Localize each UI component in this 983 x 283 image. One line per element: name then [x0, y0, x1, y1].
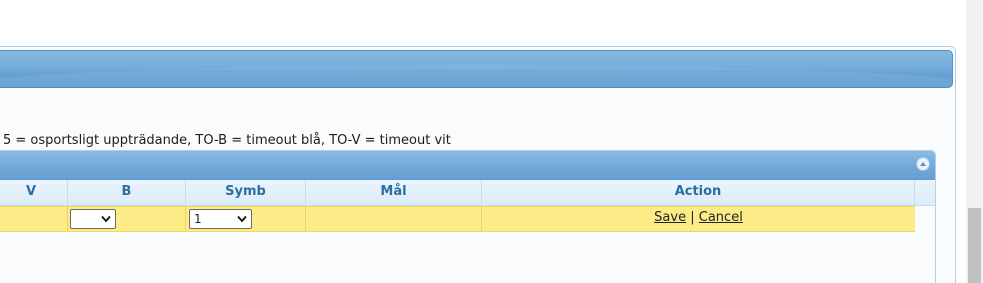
column-header-action[interactable]: Action — [482, 180, 915, 205]
column-header-b[interactable]: B — [68, 180, 186, 205]
cell-action: Save | Cancel — [482, 207, 915, 231]
page: 5 = osportsligt uppträdande, TO-B = time… — [0, 0, 983, 283]
action-separator: | — [690, 210, 695, 225]
outer-panel-header — [0, 50, 953, 88]
legend-text: 5 = osportsligt uppträdande, TO-B = time… — [3, 133, 451, 148]
cell-b — [68, 207, 186, 231]
vertical-scrollbar[interactable] — [966, 0, 983, 283]
grid-caption-bar — [0, 151, 935, 180]
cell-symb: 1 — [186, 207, 306, 231]
grid-header-row: V B Symb Mål Action — [0, 180, 935, 206]
column-header-mal[interactable]: Mål — [306, 180, 482, 205]
chevron-down-icon — [101, 215, 111, 223]
cell-v — [0, 207, 68, 231]
b-select[interactable] — [70, 209, 116, 229]
row-actions: Save | Cancel — [482, 210, 915, 225]
symb-select-value: 1 — [194, 212, 202, 226]
save-link[interactable]: Save — [654, 210, 686, 225]
cell-mal — [306, 207, 482, 231]
column-header-symb[interactable]: Symb — [186, 180, 306, 205]
cancel-link[interactable]: Cancel — [699, 210, 743, 225]
column-header-v[interactable]: V — [0, 180, 68, 205]
edit-row: 1 Save | Cancel — [0, 206, 915, 232]
symb-select[interactable]: 1 — [189, 209, 252, 229]
collapse-icon[interactable] — [916, 157, 930, 171]
scrollbar-thumb[interactable] — [968, 208, 981, 283]
chevron-down-icon — [237, 215, 247, 223]
data-grid: V B Symb Mål Action 1 Save | Cancel — [0, 150, 936, 283]
